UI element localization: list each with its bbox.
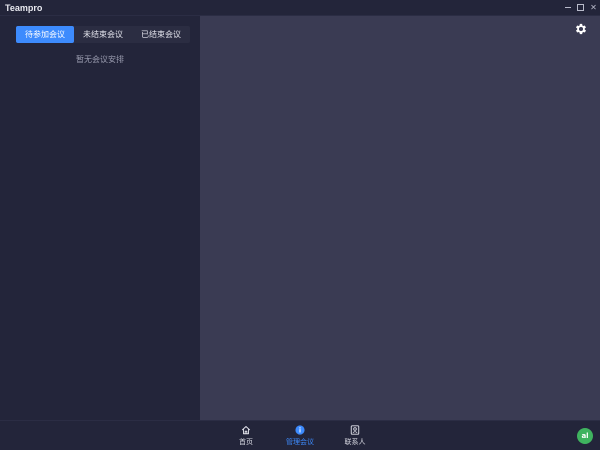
nav-item-label: 联系人 [344, 438, 366, 446]
window-controls: ✕ [561, 0, 600, 16]
nav-item-contacts[interactable]: 联系人 [333, 425, 377, 449]
meeting-sidebar: 待参加会议 未结束会议 已结束会议 暂无会议安排 [0, 16, 200, 420]
app-title: Teampro [5, 2, 43, 13]
nav-item-label: 首页 [239, 438, 253, 446]
main-panel [200, 16, 600, 420]
avatar[interactable]: al [577, 428, 593, 444]
tab-unfinished-meetings[interactable]: 未结束会议 [74, 26, 132, 43]
close-icon[interactable]: ✕ [587, 0, 600, 16]
info-icon [295, 425, 305, 435]
tab-finished-meetings[interactable]: 已结束会议 [132, 26, 190, 43]
empty-state-message: 暂无会议安排 [76, 55, 124, 64]
nav-item-manage-meetings[interactable]: 管理会议 [278, 425, 322, 449]
contacts-icon [350, 425, 360, 435]
home-icon [241, 426, 251, 435]
tab-upcoming-meetings[interactable]: 待参加会议 [16, 26, 74, 43]
minimize-icon[interactable] [561, 0, 574, 16]
bottom-nav-bar: 首页 管理会议 联系人 al [0, 420, 600, 450]
nav-item-label: 管理会议 [286, 438, 314, 446]
nav-item-home[interactable]: 首页 [224, 425, 268, 449]
meeting-tabs: 待参加会议 未结束会议 已结束会议 [16, 26, 190, 43]
gear-icon[interactable] [574, 22, 588, 36]
title-bar: Teampro ✕ [0, 0, 600, 16]
maximize-icon[interactable] [574, 0, 587, 16]
